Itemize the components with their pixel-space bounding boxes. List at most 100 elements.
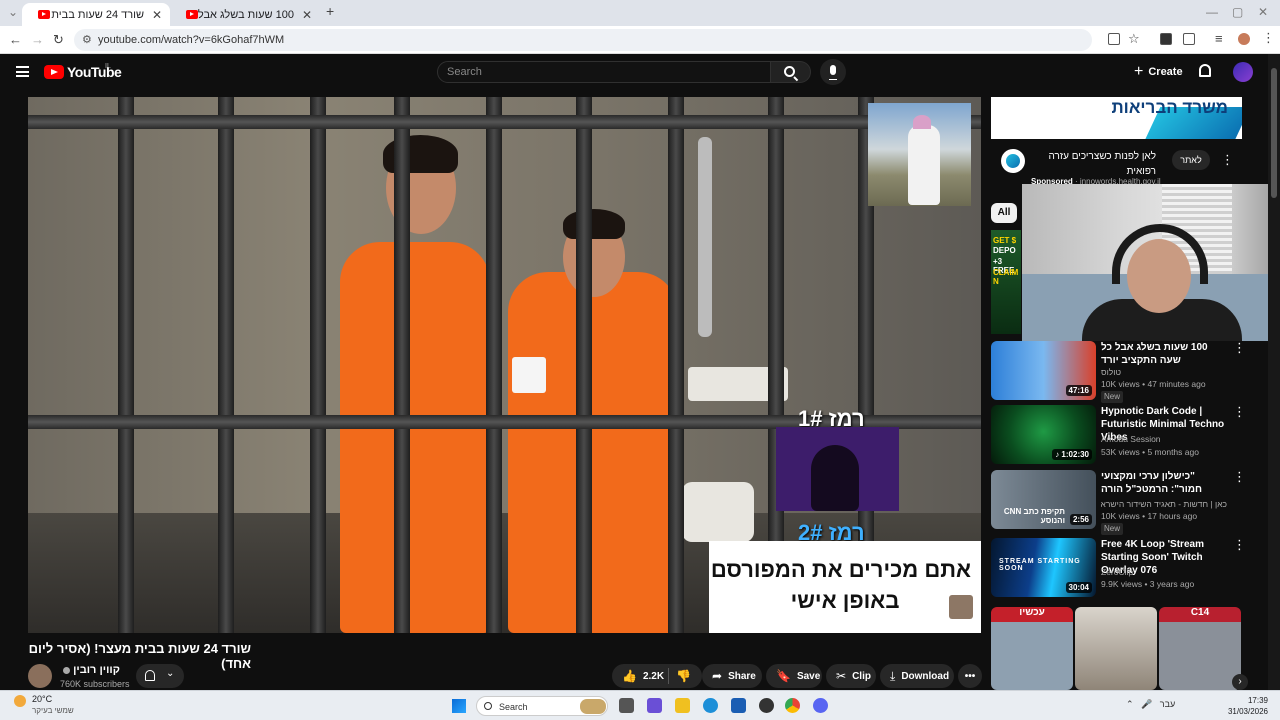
app-icon[interactable] — [759, 698, 774, 713]
minimize-icon[interactable]: — — [1206, 5, 1218, 19]
site-info-icon[interactable]: ⚙ — [82, 33, 92, 46]
notifications-bell-icon[interactable] — [1199, 64, 1211, 77]
video-thumbnail[interactable]: 47:16 — [991, 341, 1096, 400]
youtube-header: YouTube IL + Create — [0, 54, 1268, 90]
system-tray[interactable]: ⌃ 🎤 עבר — [1126, 699, 1175, 710]
menu-hamburger-icon[interactable] — [16, 66, 29, 77]
close-window-icon[interactable]: ✕ — [1258, 5, 1268, 19]
video-more-icon[interactable] — [1233, 404, 1246, 420]
recommended-video[interactable]: STREAM STARTING SOON 30:04 Free 4K Loop … — [991, 537, 1246, 598]
channel-name[interactable]: Amoda Session — [1101, 434, 1161, 444]
filter-chip-all[interactable]: All — [991, 203, 1017, 223]
channel-name[interactable]: כאן | חדשות - תאגיד השידור הישראלי — [1101, 499, 1227, 509]
media-control-icon[interactable]: ≡ — [1215, 31, 1223, 46]
channel-avatar[interactable] — [28, 664, 52, 688]
address-bar[interactable]: ⚙ youtube.com/watch?v=6kGohaf7hWM — [74, 29, 1092, 51]
video-more-icon[interactable] — [1233, 340, 1246, 356]
file-explorer-icon[interactable] — [675, 698, 690, 713]
scrollbar-thumb[interactable] — [1271, 68, 1277, 198]
recommended-video[interactable]: 47:16 100 שעות בשלג אבל כל שעה התקציב יו… — [991, 340, 1246, 403]
taskbar-clock[interactable]: 17:39 31/03/2026 — [1214, 695, 1268, 717]
video-more-icon[interactable] — [1233, 469, 1246, 485]
page-scrollbar[interactable] — [1268, 54, 1280, 690]
casino-ad-thumbnail[interactable]: GET $ DEPO +3 FREE CLAIM N — [991, 230, 1021, 334]
teams-icon[interactable] — [647, 698, 662, 713]
search-box[interactable] — [437, 61, 771, 83]
video-player[interactable]: רמז 1# רמז 2# אתם מכירים את המפורסם באופ… — [28, 97, 981, 633]
browser-tab-strip: ⌄ שורד 24 שעות בבית מעצר! (אסיר ליום אחד… — [0, 0, 1280, 26]
channel-name[interactable]: קווין רובין — [60, 664, 120, 676]
browser-menu-icon[interactable]: ⋮ — [1262, 30, 1275, 46]
shelf-thumbnail[interactable] — [1075, 607, 1157, 690]
search-button[interactable] — [771, 61, 811, 83]
discord-icon[interactable] — [813, 698, 828, 713]
profile-avatar-icon[interactable] — [1238, 33, 1250, 45]
new-tab-button[interactable]: + — [326, 3, 334, 19]
subscription-bell-button[interactable]: ⌄ — [136, 664, 184, 688]
create-button[interactable]: + Create — [1128, 60, 1190, 84]
thumbs-up-icon[interactable]: 👍 — [622, 669, 637, 683]
share-button[interactable]: ➦ Share — [702, 664, 762, 688]
weather-sun-icon[interactable] — [14, 695, 26, 707]
forward-icon[interactable]: → — [31, 32, 44, 47]
save-button[interactable]: 🔖 Save — [766, 664, 822, 688]
extension-icon[interactable] — [1160, 33, 1172, 45]
channel-name[interactable]: טולוס — [1101, 367, 1121, 377]
youtube-logo-icon[interactable] — [44, 65, 64, 79]
tray-chevron-up-icon[interactable]: ⌃ — [1126, 699, 1134, 709]
video-thumbnail[interactable]: STREAM STARTING SOON 30:04 — [991, 538, 1096, 597]
cast-icon[interactable] — [1108, 33, 1120, 45]
like-dislike-group: 👍 2.2K 👎 — [612, 664, 702, 688]
start-windows-icon[interactable] — [452, 699, 466, 713]
store-icon[interactable] — [731, 698, 746, 713]
back-icon[interactable]: ← — [9, 32, 22, 47]
video-thumbnail[interactable]: ♪ 1:02:30 — [991, 405, 1096, 464]
recommended-video[interactable]: תקיפת כתב CNN והנוסע 2:56 "כישלון ערכי ו… — [991, 469, 1246, 535]
shelf-next-chevron-icon[interactable]: › — [1232, 674, 1248, 690]
bookmark-star-icon[interactable]: ☆ — [1128, 31, 1140, 47]
tab-snow-video[interactable]: 100 שעות בשלג אבל כל שעה ה ✕ — [172, 3, 320, 26]
prisoner-right-hair — [563, 209, 625, 239]
slot-ad-text: GET $ — [993, 236, 1017, 245]
video-title[interactable]: 100 שעות בשלג אבל כל שעה התקציב יורד — [1101, 341, 1227, 367]
maximize-icon[interactable]: ▢ — [1232, 5, 1243, 19]
ad-banner[interactable]: משרד הבריאות — [991, 97, 1242, 139]
task-view-icon[interactable] — [619, 698, 634, 713]
recommended-video[interactable]: ♪ 1:02:30 Hypnotic Dark Code | Futuristi… — [991, 404, 1246, 465]
shelf-thumbnail[interactable]: C14 — [1159, 607, 1241, 690]
youtube-wordmark[interactable]: YouTube — [67, 64, 122, 80]
channel-name[interactable]: ZeroClip — [1101, 567, 1133, 577]
tab-current-video[interactable]: שורד 24 שעות בבית מעצר! (אסיר ליום אחד) … — [22, 3, 170, 26]
ad-advertiser-logo-icon — [1001, 149, 1025, 173]
language-indicator[interactable]: עבר — [1160, 699, 1175, 709]
close-tab-icon[interactable]: ✕ — [152, 8, 162, 22]
download-button[interactable]: ⤓ Download — [880, 664, 954, 688]
thumbs-down-icon[interactable]: 👎 — [676, 669, 691, 683]
ad-more-icon[interactable] — [1221, 152, 1234, 168]
extensions-puzzle-icon[interactable] — [1183, 33, 1195, 45]
tray-mic-icon[interactable]: 🎤 — [1141, 699, 1152, 709]
video-thumbnail[interactable]: תקיפת כתב CNN והנוסע 2:56 — [991, 470, 1096, 529]
video-more-icon[interactable] — [1233, 537, 1246, 553]
bell-icon — [145, 670, 155, 681]
shelf-thumbnail[interactable]: עכשיו — [991, 607, 1073, 690]
tab-search-icon[interactable]: ⌄ — [8, 5, 18, 19]
search-input[interactable] — [438, 62, 770, 82]
voice-search-mic-icon[interactable] — [820, 59, 846, 85]
edge-icon[interactable] — [703, 698, 718, 713]
clip-button[interactable]: ✂ Clip — [826, 664, 876, 688]
search-icon — [484, 702, 492, 710]
like-count[interactable]: 2.2K — [643, 671, 664, 682]
weather-temperature[interactable]: 20°C — [32, 694, 52, 704]
bookmark-icon: 🔖 — [776, 669, 791, 683]
close-tab-icon[interactable]: ✕ — [302, 8, 312, 22]
taskbar-search[interactable]: Search — [476, 696, 608, 716]
ad-visit-site-button[interactable]: לאתר — [1172, 150, 1210, 170]
sponsored-ad[interactable]: משרד הבריאות לאן לפנות כשצריכים עזרה רפו… — [991, 97, 1242, 193]
channel-name-text: קווין רובין — [73, 664, 120, 676]
chrome-icon[interactable] — [785, 698, 800, 713]
more-actions-button[interactable]: ••• — [958, 664, 982, 688]
account-avatar[interactable] — [1233, 62, 1253, 82]
video-title[interactable]: "כישלון ערכי ומקצועי חמור": הרמטכ"ל הורה… — [1101, 470, 1227, 496]
reload-icon[interactable]: ↻ — [53, 32, 64, 48]
